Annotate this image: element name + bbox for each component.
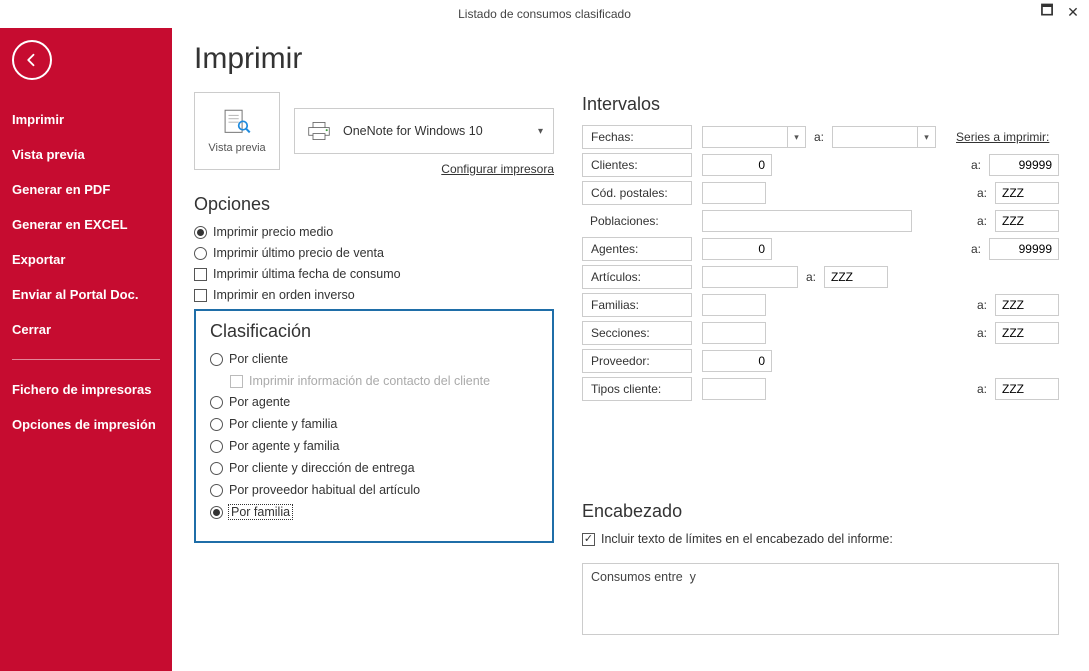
- radio-icon[interactable]: [210, 484, 223, 497]
- encabezado-check[interactable]: Incluir texto de límites en el encabezad…: [582, 532, 1059, 546]
- articulos-to[interactable]: [824, 266, 888, 288]
- sidebar-item-pdf[interactable]: Generar en PDF: [0, 172, 172, 207]
- poblaciones-to[interactable]: [995, 210, 1059, 232]
- chevron-down-icon: ▾: [538, 126, 543, 137]
- checkbox-icon[interactable]: [582, 533, 595, 546]
- window-title: Listado de consumos clasificado: [458, 7, 631, 21]
- configure-printer-link[interactable]: Configurar impresora: [294, 162, 554, 176]
- iv-fechas-label: Fechas:: [582, 125, 692, 149]
- fechas-from[interactable]: [702, 126, 788, 148]
- tipos-from[interactable]: [702, 378, 766, 400]
- radio-icon[interactable]: [210, 506, 223, 519]
- clasificacion-panel: Clasificación Por cliente Imprimir infor…: [194, 309, 554, 543]
- section-clasificacion: Clasificación: [210, 321, 538, 342]
- clas-agente-familia[interactable]: Por agente y familia: [210, 439, 538, 453]
- codpostales-to[interactable]: [995, 182, 1059, 204]
- poblaciones-from[interactable]: [702, 210, 912, 232]
- clas-cliente-direccion[interactable]: Por cliente y dirección de entrega: [210, 461, 538, 475]
- section-encabezado: Encabezado: [582, 501, 1059, 522]
- arrow-left-icon: [23, 51, 41, 69]
- preview-button[interactable]: Vista previa: [194, 92, 280, 170]
- chevron-down-icon[interactable]: ▾: [788, 126, 806, 148]
- checkbox-icon[interactable]: [194, 268, 207, 281]
- secciones-from[interactable]: [702, 322, 766, 344]
- preview-label: Vista previa: [208, 142, 265, 154]
- radio-icon[interactable]: [194, 226, 207, 239]
- articulos-from[interactable]: [702, 266, 798, 288]
- chevron-down-icon[interactable]: ▾: [918, 126, 936, 148]
- clientes-to[interactable]: [989, 154, 1059, 176]
- clas-proveedor[interactable]: Por proveedor habitual del artículo: [210, 483, 538, 497]
- clas-contacto-check: Imprimir información de contacto del cli…: [230, 374, 538, 388]
- sidebar-item-opciones-impresion[interactable]: Opciones de impresión: [0, 407, 172, 442]
- agentes-from[interactable]: [702, 238, 772, 260]
- radio-icon[interactable]: [210, 440, 223, 453]
- sidebar-item-cerrar[interactable]: Cerrar: [0, 312, 172, 347]
- iv-codpostales-label: Cód. postales:: [582, 181, 692, 205]
- close-icon[interactable]: ✕: [1065, 4, 1081, 20]
- iv-agentes-label: Agentes:: [582, 237, 692, 261]
- clas-agente[interactable]: Por agente: [210, 395, 538, 409]
- page-title: Imprimir: [194, 42, 554, 76]
- clas-cliente-familia[interactable]: Por cliente y familia: [210, 417, 538, 431]
- document-search-icon: [220, 108, 254, 138]
- radio-icon[interactable]: [210, 418, 223, 431]
- opt-ultimo-precio[interactable]: Imprimir último precio de venta: [194, 246, 554, 260]
- opt-precio-medio[interactable]: Imprimir precio medio: [194, 225, 554, 239]
- sidebar-item-vista-previa[interactable]: Vista previa: [0, 137, 172, 172]
- section-opciones: Opciones: [194, 194, 554, 215]
- sidebar-divider: [12, 359, 160, 360]
- section-intervalos: Intervalos: [582, 94, 1059, 115]
- familias-to[interactable]: [995, 294, 1059, 316]
- fechas-to[interactable]: [832, 126, 918, 148]
- clas-cliente[interactable]: Por cliente: [210, 352, 538, 366]
- printer-icon: [305, 119, 333, 143]
- maximize-icon[interactable]: 🗖: [1039, 4, 1055, 20]
- sidebar-item-fichero[interactable]: Fichero de impresoras: [0, 372, 172, 407]
- series-link[interactable]: Series a imprimir:: [956, 130, 1049, 144]
- printer-name: OneNote for Windows 10: [343, 124, 528, 138]
- radio-icon[interactable]: [210, 462, 223, 475]
- secciones-to[interactable]: [995, 322, 1059, 344]
- iv-poblaciones-label: Poblaciones:: [582, 209, 692, 233]
- sidebar: Imprimir Vista previa Generar en PDF Gen…: [0, 28, 172, 671]
- iv-proveedor-label: Proveedor:: [582, 349, 692, 373]
- iv-clientes-label: Clientes:: [582, 153, 692, 177]
- radio-icon[interactable]: [194, 247, 207, 260]
- sidebar-item-imprimir[interactable]: Imprimir: [0, 102, 172, 137]
- encabezado-text[interactable]: [582, 563, 1059, 635]
- opt-ultima-fecha[interactable]: Imprimir última fecha de consumo: [194, 267, 554, 281]
- clientes-from[interactable]: [702, 154, 772, 176]
- back-button[interactable]: [12, 40, 52, 80]
- opt-orden-inverso[interactable]: Imprimir en orden inverso: [194, 288, 554, 302]
- agentes-to[interactable]: [989, 238, 1059, 260]
- sidebar-item-portal[interactable]: Enviar al Portal Doc.: [0, 277, 172, 312]
- checkbox-icon[interactable]: [194, 289, 207, 302]
- familias-from[interactable]: [702, 294, 766, 316]
- clas-familia[interactable]: Por familia: [210, 505, 538, 519]
- codpostales-from[interactable]: [702, 182, 766, 204]
- printer-selector[interactable]: OneNote for Windows 10 ▾: [294, 108, 554, 154]
- sidebar-item-excel[interactable]: Generar en EXCEL: [0, 207, 172, 242]
- radio-icon[interactable]: [210, 353, 223, 366]
- titlebar: Listado de consumos clasificado 🗖 ✕: [0, 0, 1089, 28]
- checkbox-icon: [230, 375, 243, 388]
- radio-icon[interactable]: [210, 396, 223, 409]
- iv-secciones-label: Secciones:: [582, 321, 692, 345]
- iv-familias-label: Familias:: [582, 293, 692, 317]
- iv-tipos-label: Tipos cliente:: [582, 377, 692, 401]
- proveedor-from[interactable]: [702, 350, 772, 372]
- tipos-to[interactable]: [995, 378, 1059, 400]
- sidebar-item-exportar[interactable]: Exportar: [0, 242, 172, 277]
- iv-articulos-label: Artículos:: [582, 265, 692, 289]
